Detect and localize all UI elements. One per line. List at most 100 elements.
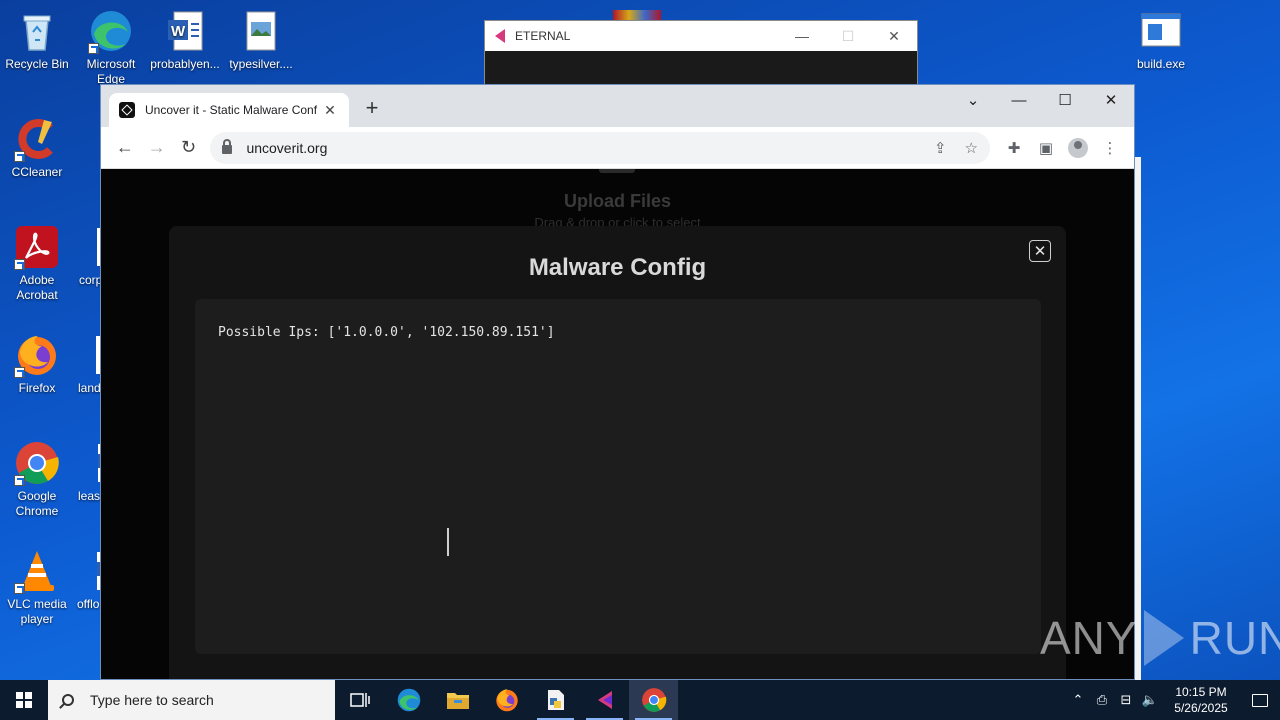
tab-strip: Uncover it - Static Malware Conf ✕ + ⌄ —…	[101, 85, 1134, 127]
desktop-icon-build-exe[interactable]: build.exe	[1124, 8, 1198, 72]
uncoverit-favicon-icon	[119, 102, 135, 118]
watermark-text-right: RUN	[1189, 612, 1280, 664]
desktop-icon-label: Adobe Acrobat	[16, 273, 58, 302]
desktop-icon-ccleaner[interactable]: CCleaner	[0, 116, 74, 180]
taskbar-edge[interactable]	[384, 680, 433, 720]
window-edge	[1135, 157, 1141, 680]
desktop-icon-label: Google Chrome	[15, 489, 59, 518]
desktop-icon-label: typesilver....	[229, 57, 293, 71]
tab-uncoverit[interactable]: Uncover it - Static Malware Conf ✕	[109, 93, 349, 127]
desktop-icon-label: probablyen...	[150, 57, 220, 71]
back-button[interactable]: ←	[109, 132, 141, 164]
lock-icon[interactable]	[222, 139, 233, 154]
task-view-button[interactable]	[335, 680, 384, 720]
eternal-titlebar[interactable]: ETERNAL — ☐ ✕	[485, 21, 917, 51]
image-file-icon	[238, 8, 284, 54]
bookmark-star-icon[interactable]: ☆	[965, 139, 978, 157]
taskbar-firefox[interactable]	[482, 680, 531, 720]
reload-button[interactable]: ↻	[173, 132, 205, 164]
search-placeholder: Type here to search	[90, 692, 214, 708]
search-icon	[62, 694, 74, 706]
tab-close-icon[interactable]: ✕	[321, 102, 339, 119]
python-file-icon	[547, 690, 564, 710]
side-panel-icon[interactable]: ▣	[1030, 132, 1062, 164]
task-view-icon	[349, 693, 370, 707]
tab-title: Uncover it - Static Malware Conf	[145, 103, 318, 117]
taskbar-eternal[interactable]	[580, 680, 629, 720]
system-tray: ⌃ ⎙ ⊟ 🔈 10:15 PM 5/26/2025	[1066, 680, 1280, 720]
modal-close-button[interactable]: ✕	[1029, 240, 1051, 262]
firefox-icon	[14, 332, 60, 378]
desktop-icon-label: CCleaner	[11, 165, 63, 179]
executable-icon	[1138, 8, 1184, 54]
modal-title: Malware Config	[528, 254, 707, 281]
chrome-icon	[641, 688, 666, 712]
watermark-text-left: ANY	[1040, 612, 1138, 664]
taskbar: Type here to search ⌃ ⎙ ⊟ 🔈 10:15 PM 5/2…	[0, 680, 1280, 720]
taskbar-search[interactable]: Type here to search	[48, 680, 335, 720]
desktop-icon-edge[interactable]: Microsoft Edge	[74, 8, 148, 87]
desktop-icon-label: Firefox	[18, 381, 56, 395]
browser-toolbar: ← → ↻ uncoverit.org ⇪ ☆ ✚ ▣ ⋮	[101, 127, 1134, 169]
desktop-icon-label: Recycle Bin	[5, 57, 69, 71]
desktop-icon-recycle-bin[interactable]: Recycle Bin	[0, 8, 74, 72]
clock-date: 5/26/2025	[1174, 701, 1228, 715]
start-button[interactable]	[0, 680, 48, 720]
eternal-logo-icon	[495, 29, 505, 43]
maximize-button[interactable]: ☐	[825, 28, 871, 45]
eternal-window[interactable]: ETERNAL — ☐ ✕	[484, 20, 918, 90]
volume-icon[interactable]: 🔈	[1138, 692, 1162, 708]
config-text: Possible Ips: ['1.0.0.0', '102.150.89.15…	[218, 325, 555, 340]
edge-icon	[397, 688, 420, 712]
taskbar-python-app[interactable]	[531, 680, 580, 720]
anyrun-watermark: ANY RUN	[1040, 610, 1280, 666]
desktop-icon-word-document[interactable]: W probablyen...	[148, 8, 222, 72]
svg-text:W: W	[171, 23, 186, 40]
new-tab-button[interactable]: +	[361, 97, 383, 119]
desktop-icon-vlc[interactable]: VLC media player	[0, 548, 74, 627]
profile-button[interactable]	[1062, 132, 1094, 164]
notifications-button[interactable]	[1240, 693, 1280, 707]
config-output: Possible Ips: ['1.0.0.0', '102.150.89.15…	[195, 299, 1041, 654]
eternal-logo-icon	[597, 691, 612, 709]
desktop-icon-image-file[interactable]: typesilver....	[224, 8, 298, 72]
desktop-icon-adobe-acrobat[interactable]: Adobe Acrobat	[0, 224, 74, 303]
tray-device-icon[interactable]: ⎙	[1090, 692, 1114, 708]
tab-search-button[interactable]: ⌄	[950, 85, 996, 115]
firefox-icon	[495, 689, 518, 712]
upload-icon	[599, 169, 635, 173]
address-bar[interactable]: uncoverit.org ⇪ ☆	[210, 131, 990, 164]
text-cursor	[447, 528, 449, 556]
minimize-button[interactable]: —	[779, 28, 825, 45]
menu-kebab-icon[interactable]: ⋮	[1094, 132, 1126, 164]
upload-title: Upload Files	[563, 191, 671, 211]
taskbar-file-explorer[interactable]	[433, 680, 482, 720]
clock-time: 10:15 PM	[1175, 685, 1227, 699]
close-button[interactable]: ✕	[871, 28, 917, 45]
network-icon[interactable]: ⊟	[1114, 692, 1138, 708]
notification-icon	[1252, 693, 1268, 707]
play-icon	[1143, 610, 1184, 666]
desktop-icon-firefox[interactable]: Firefox	[0, 332, 74, 396]
page-content: Upload Files Drag & drop or click to sel…	[101, 169, 1134, 679]
desktop-icon-google-chrome[interactable]: Google Chrome	[0, 440, 74, 519]
extensions-puzzle-icon[interactable]: ✚	[998, 132, 1030, 164]
desktop-icon-label: Microsoft Edge	[86, 57, 136, 86]
url-text[interactable]: uncoverit.org	[246, 140, 327, 156]
chrome-window[interactable]: Uncover it - Static Malware Conf ✕ + ⌄ —…	[100, 84, 1135, 680]
recycle-bin-icon	[14, 8, 60, 54]
desktop-icon-label: build.exe	[1136, 57, 1186, 71]
maximize-button[interactable]: ☐	[1042, 85, 1088, 115]
tray-overflow-chevron-icon[interactable]: ⌃	[1066, 692, 1090, 708]
close-button[interactable]: ✕	[1088, 85, 1134, 115]
minimize-button[interactable]: —	[996, 85, 1042, 115]
windows-logo-icon	[16, 692, 32, 708]
forward-button[interactable]: →	[141, 132, 173, 164]
share-icon[interactable]: ⇪	[934, 139, 947, 157]
chrome-icon	[14, 440, 60, 486]
eternal-window-title: ETERNAL	[515, 29, 571, 43]
avatar	[1068, 137, 1088, 158]
taskbar-chrome[interactable]	[629, 680, 678, 720]
word-document-icon: W	[162, 8, 208, 54]
taskbar-clock[interactable]: 10:15 PM 5/26/2025	[1162, 684, 1240, 716]
